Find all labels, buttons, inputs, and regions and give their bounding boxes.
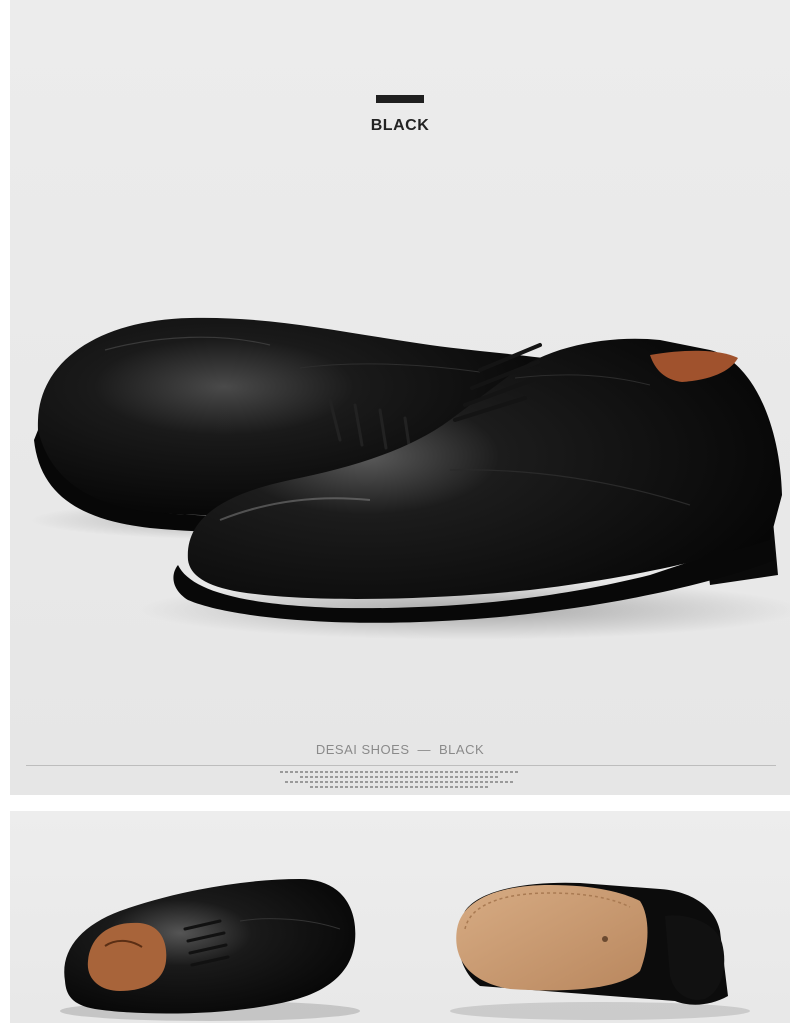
top-view-shoe: [60, 879, 360, 1021]
caption-divider: [26, 765, 776, 766]
sole-view-shoe: [450, 882, 750, 1020]
fine-print-lines: [10, 771, 790, 791]
brand-name: DESAI SHOES: [315, 742, 410, 757]
brand-caption: DESAI SHOES — BLACK: [10, 742, 790, 757]
caption-color: BLACK: [439, 742, 485, 757]
caption-separator: —: [417, 742, 431, 757]
hero-shoe-pair-image: [30, 317, 790, 640]
detail-panel: [10, 811, 790, 1023]
product-page: BLACK DESAI SHOES — BLACK: [0, 0, 800, 1023]
hero-panel: BLACK DESAI SHOES — BLACK: [10, 0, 790, 795]
detail-images: [60, 879, 750, 1021]
